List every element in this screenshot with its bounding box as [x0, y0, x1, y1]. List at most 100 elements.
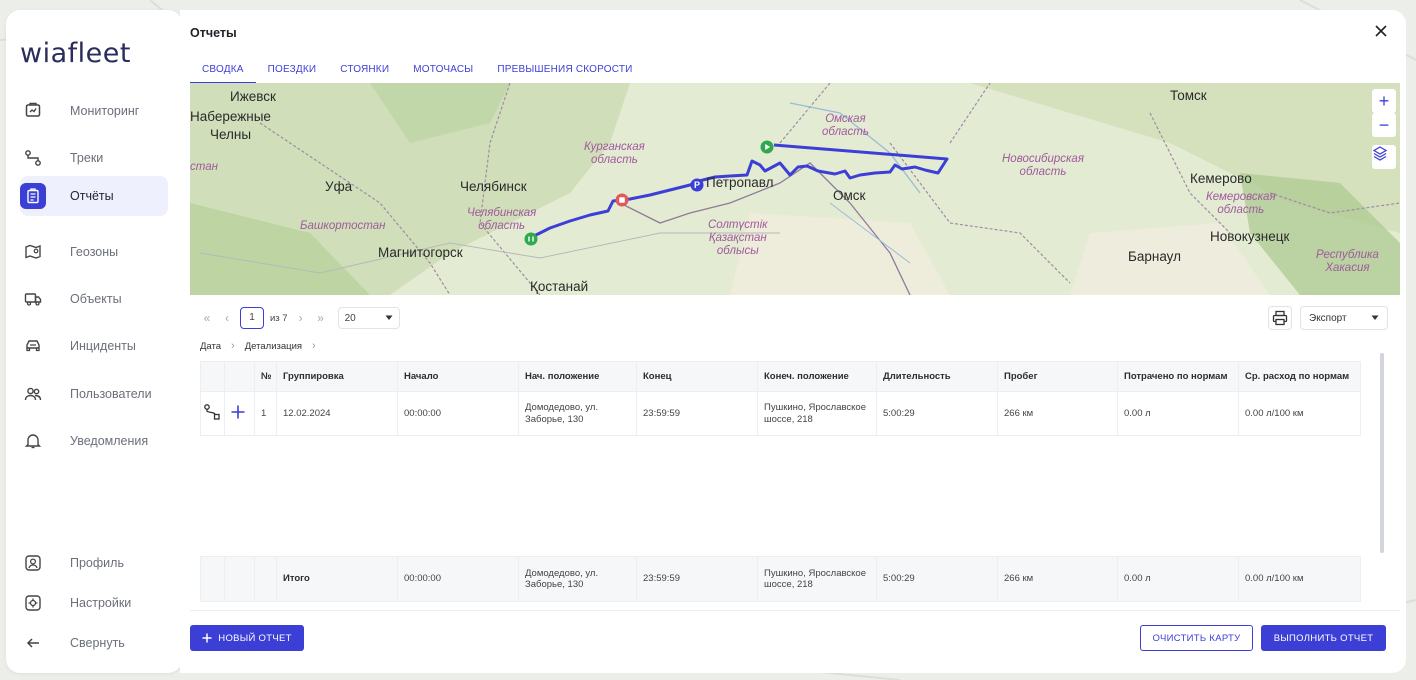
map-label-magnitogorsk: Магнитогорск: [378, 245, 463, 260]
sidebar-item-collapse[interactable]: Свернуть: [20, 623, 168, 663]
chevron-down-icon: [1371, 315, 1379, 320]
map-label-nab-chelny: Набережные: [190, 109, 271, 124]
route-icon[interactable]: [203, 403, 221, 421]
total-duration: 5:00:29: [876, 556, 998, 602]
col-header-start[interactable]: Начало: [397, 361, 519, 392]
col-header-group[interactable]: Группировка: [276, 361, 398, 392]
sidebar-item-tracks[interactable]: Треки: [20, 138, 168, 178]
row-num: 1: [254, 391, 277, 436]
row-start-pos: Домодедово, ул. Заборье, 130: [518, 391, 637, 436]
map-label-khakasia: Республика Хакасия: [1316, 249, 1379, 275]
sidebar-item-label: Настройки: [70, 596, 132, 610]
sidebar-item-reports[interactable]: Отчёты: [20, 176, 168, 216]
sidebar-item-label: Свернуть: [70, 636, 125, 650]
zoom-out-button[interactable]: −: [1372, 113, 1396, 137]
sidebar-item-label: Уведомления: [70, 434, 149, 448]
total-avg: 0.00 л/100 км: [1238, 556, 1361, 602]
zoom-in-button[interactable]: +: [1372, 89, 1396, 113]
clear-map-button[interactable]: ОЧИСТИТЬ КАРТУ: [1140, 625, 1253, 651]
stop-marker-icon[interactable]: [615, 193, 629, 207]
show-track-cell[interactable]: [200, 391, 225, 436]
svg-text:P: P: [694, 180, 700, 190]
sidebar-item-label: Отчёты: [70, 189, 114, 203]
next-page-button[interactable]: ›: [294, 311, 308, 325]
sidebar-item-notifications[interactable]: Уведомления: [20, 421, 168, 461]
map-label-edge: стан: [190, 161, 218, 173]
first-page-button[interactable]: «: [200, 311, 214, 325]
tab-engine-hours[interactable]: МОТОЧАСЫ: [401, 62, 485, 84]
map-label-kemerovo: Кемерово: [1190, 171, 1252, 186]
tab-parkings[interactable]: СТОЯНКИ: [328, 62, 401, 84]
pagination: « ‹ 1 из 7 › » 20: [200, 307, 400, 329]
prev-page-button[interactable]: ‹: [220, 311, 234, 325]
tab-speeding[interactable]: ПРЕВЫШЕНИЯ СКОРОСТИ: [485, 62, 644, 84]
col-header-mileage[interactable]: Пробег: [997, 361, 1118, 392]
col-header-num[interactable]: №: [254, 361, 277, 392]
print-button[interactable]: [1268, 306, 1292, 330]
sidebar: wiafleet Мониторинг Треки Отчёты Геозоны…: [6, 10, 182, 673]
row-end-pos: Пушкино, Ярославское шоссе, 218: [757, 391, 877, 436]
tab-trips[interactable]: ПОЕЗДКИ: [256, 62, 329, 84]
expand-cell[interactable]: [224, 391, 255, 436]
finish-marker-icon[interactable]: [760, 140, 774, 154]
row-end: 23:59:59: [636, 391, 758, 436]
export-select[interactable]: Экспорт: [1300, 306, 1388, 330]
map-label-novokuznetsk: Новокузнецк: [1210, 229, 1290, 244]
last-page-button[interactable]: »: [314, 311, 328, 325]
report-map[interactable]: Ижевск Набережные Челны стан Уфа Челябин…: [190, 83, 1400, 295]
user-icon: [20, 550, 46, 576]
sidebar-item-objects[interactable]: Объекты: [20, 279, 168, 319]
map-label-kostanay: Қостанай: [530, 279, 589, 294]
close-button[interactable]: [1370, 20, 1392, 42]
chevron-right-icon: ›: [312, 340, 316, 352]
breadcrumb-item-detail[interactable]: Детализация: [245, 341, 302, 352]
map-label-kurgan-region: Курганская область: [584, 141, 645, 167]
row-mileage: 266 км: [997, 391, 1118, 436]
col-header-duration[interactable]: Длительность: [876, 361, 998, 392]
sidebar-item-users[interactable]: Пользователи: [20, 374, 168, 414]
scrollbar-thumb[interactable]: [1380, 353, 1384, 553]
page-input[interactable]: 1: [240, 307, 264, 329]
breadcrumb-item-date[interactable]: Дата: [200, 341, 221, 352]
plus-icon[interactable]: [230, 404, 246, 420]
route-icon: [20, 145, 46, 171]
total-spent: 0.00 л: [1117, 556, 1239, 602]
map-label-chelyabinsk: Челябинск: [460, 179, 527, 194]
app-logo[interactable]: wiafleet: [20, 38, 131, 69]
row-spent: 0.00 л: [1117, 391, 1239, 436]
col-header-empty: [200, 361, 225, 392]
map-label-novosibirsk-region: Новосибирская область: [1002, 153, 1084, 179]
col-header-spent[interactable]: Потрачено по нормам: [1117, 361, 1239, 392]
sidebar-item-settings[interactable]: Настройки: [20, 583, 168, 623]
run-report-button[interactable]: ВЫПОЛНИТЬ ОТЧЕТ: [1261, 625, 1386, 651]
monitor-icon: [20, 98, 46, 124]
new-report-button[interactable]: НОВЫЙ ОТЧЕТ: [190, 625, 304, 651]
row-avg: 0.00 л/100 км: [1238, 391, 1361, 436]
sidebar-item-label: Объекты: [70, 292, 122, 306]
total-empty: [254, 556, 277, 602]
close-icon: [1375, 25, 1387, 37]
layers-button[interactable]: [1372, 145, 1396, 169]
page-size-select[interactable]: 20: [337, 307, 400, 329]
sidebar-item-label: Мониторинг: [70, 104, 140, 118]
start-marker-icon[interactable]: [524, 232, 538, 246]
col-header-start-pos[interactable]: Нач. положение: [518, 361, 637, 392]
map-label-chelny: Челны: [210, 127, 252, 142]
table-scrollbar[interactable]: [1380, 353, 1384, 553]
parking-marker-icon[interactable]: P: [690, 178, 704, 192]
chevron-right-icon: ›: [231, 340, 235, 352]
sidebar-item-incidents[interactable]: Инциденты: [20, 326, 168, 366]
truck-icon: [20, 286, 46, 312]
sidebar-item-label: Инциденты: [70, 339, 136, 353]
table-row[interactable]: 1 12.02.2024 00:00:00 Домодедово, ул. За…: [200, 391, 1361, 436]
sidebar-item-monitoring[interactable]: Мониторинг: [20, 91, 168, 131]
total-end-pos: Пушкино, Ярославское шоссе, 218: [757, 556, 877, 602]
bell-icon: [20, 428, 46, 454]
col-header-avg[interactable]: Ср. расход по нормам: [1238, 361, 1361, 392]
tab-summary[interactable]: СВОДКА: [190, 62, 256, 84]
sidebar-item-label: Профиль: [70, 556, 124, 570]
sidebar-item-geozones[interactable]: Геозоны: [20, 232, 168, 272]
col-header-end[interactable]: Конец: [636, 361, 758, 392]
sidebar-item-profile[interactable]: Профиль: [20, 543, 168, 583]
col-header-end-pos[interactable]: Конеч. положение: [757, 361, 877, 392]
